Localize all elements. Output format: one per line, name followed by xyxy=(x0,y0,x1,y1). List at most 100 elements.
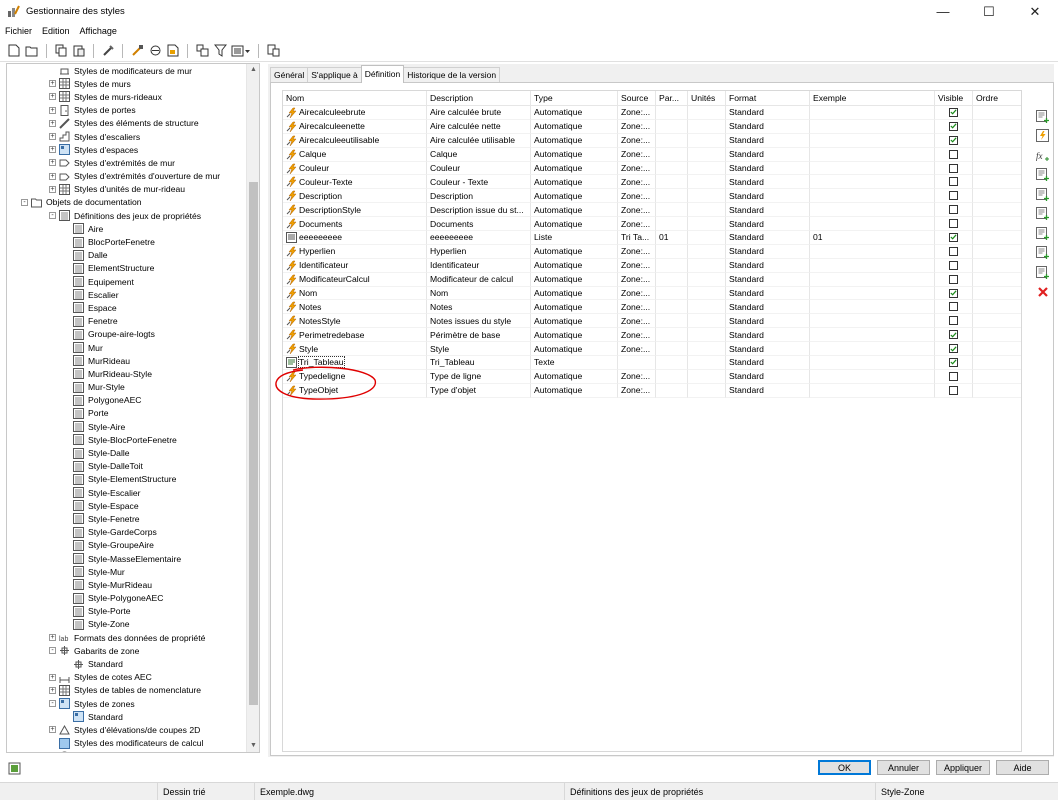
cell-type[interactable]: Automatique xyxy=(531,161,618,176)
cell-unites[interactable] xyxy=(688,231,726,245)
cell-ordre[interactable] xyxy=(973,384,1021,398)
cell-source[interactable]: Zone:... xyxy=(618,189,656,204)
cell-unites[interactable] xyxy=(688,369,726,384)
header-type[interactable]: Type xyxy=(531,91,618,105)
cell-exemple[interactable] xyxy=(810,203,935,218)
header-exemple[interactable]: Exemple xyxy=(810,91,935,105)
table-row[interactable]: Notes Notes Automatique Zone:... Standard xyxy=(283,300,1021,315)
cell-source[interactable]: Zone:... xyxy=(618,147,656,162)
cell-unites[interactable] xyxy=(688,106,726,120)
cell-desc[interactable]: Documents xyxy=(427,217,531,232)
table-row[interactable]: TypeObjet Type d'objet Automatique Zone:...… xyxy=(283,383,1021,398)
add-project-icon[interactable] xyxy=(1034,225,1051,241)
delete-icon[interactable] xyxy=(1034,284,1051,300)
cell-source[interactable]: Zone:... xyxy=(618,244,656,259)
cell-exemple[interactable] xyxy=(810,300,935,315)
cell-format[interactable]: Standard xyxy=(726,342,810,357)
unchecked-checkbox-icon[interactable] xyxy=(949,385,958,395)
cell-par[interactable] xyxy=(656,133,688,148)
table-row[interactable]: Couleur Couleur Automatique Zone:... Standar… xyxy=(283,161,1021,176)
unchecked-checkbox-icon[interactable] xyxy=(949,191,958,201)
cell-desc[interactable]: Notes xyxy=(427,300,531,315)
cell-exemple[interactable] xyxy=(810,244,935,259)
tree-node[interactable]: Style-DalleToit xyxy=(7,460,247,473)
cell-exemple[interactable] xyxy=(810,258,935,273)
cell-format[interactable]: Standard xyxy=(726,328,810,343)
cell-unites[interactable] xyxy=(688,147,726,162)
tree-node[interactable]: + Styles de murs-rideaux xyxy=(7,90,247,103)
cell-type[interactable]: Automatique xyxy=(531,106,618,120)
expand-icon[interactable]: + xyxy=(49,93,56,101)
cell-nom[interactable]: NotesStyle xyxy=(283,314,427,329)
cell-exemple[interactable] xyxy=(810,342,935,357)
help-button[interactable]: Aide xyxy=(996,760,1049,775)
tree-node[interactable]: Style-MasseElementaire xyxy=(7,552,247,565)
menu-affichage[interactable]: Affichage xyxy=(75,26,122,36)
cell-nom[interactable]: Calque xyxy=(283,147,427,162)
tree-node[interactable]: Style-GardeCorps xyxy=(7,526,247,539)
scroll-down-arrow-icon[interactable]: ▼ xyxy=(247,740,259,752)
cell-ordre[interactable] xyxy=(973,287,1021,301)
tree-node[interactable]: Equipement xyxy=(7,275,247,288)
cell-desc[interactable]: Type de ligne xyxy=(427,369,531,384)
cell-exemple[interactable] xyxy=(810,272,935,287)
cell-source[interactable]: Zone:... xyxy=(618,342,656,357)
cell-unites[interactable] xyxy=(688,328,726,343)
tree-node[interactable]: Style-Aire xyxy=(7,420,247,433)
cell-unites[interactable] xyxy=(688,203,726,218)
cell-unites[interactable] xyxy=(688,119,726,134)
cell-format[interactable]: Standard xyxy=(726,203,810,218)
cell-source[interactable]: Zone:... xyxy=(618,106,656,120)
cell-desc[interactable]: Style xyxy=(427,342,531,357)
cell-source[interactable]: Zone:... xyxy=(618,328,656,343)
cell-desc[interactable]: Aire calculée nette xyxy=(427,119,531,134)
cell-nom[interactable]: DescriptionStyle xyxy=(283,203,427,218)
tree-node[interactable]: Standard xyxy=(7,657,247,670)
tree-node[interactable]: MurRideau xyxy=(7,354,247,367)
cell-desc[interactable]: Notes issues du style xyxy=(427,314,531,329)
cell-exemple[interactable] xyxy=(810,119,935,134)
tree-node[interactable]: - Définitions des jeux de propriétés xyxy=(7,209,247,222)
cell-format[interactable]: Standard xyxy=(726,369,810,384)
cell-nom[interactable]: Notes xyxy=(283,300,427,315)
cell-source[interactable]: Zone:... xyxy=(618,383,656,398)
cell-type[interactable]: Automatique xyxy=(531,314,618,329)
cell-format[interactable]: Standard xyxy=(726,286,810,301)
visible-checkbox[interactable] xyxy=(935,133,973,148)
filter-icon[interactable] xyxy=(212,43,228,59)
cell-desc[interactable]: Aire calculée utilisable xyxy=(427,133,531,148)
table-row[interactable]: Airecalculeebrute Aire calculée brute Auto… xyxy=(283,106,1021,120)
cell-par[interactable] xyxy=(656,383,688,398)
cell-unites[interactable] xyxy=(688,133,726,148)
tree-node[interactable]: MurRideau-Style xyxy=(7,367,247,380)
checked-checkbox-icon[interactable] xyxy=(949,135,958,145)
tree-node[interactable]: Styles de modificateurs de mur xyxy=(7,64,247,77)
cell-desc[interactable]: Nom xyxy=(427,286,531,301)
cell-ordre[interactable] xyxy=(973,217,1021,232)
tree-node[interactable]: + Styles d'espaces xyxy=(7,143,247,156)
header-unites[interactable]: Unités xyxy=(688,91,726,105)
cell-exemple[interactable] xyxy=(810,133,935,148)
tree-node[interactable]: + Styles d'extrémités de mur xyxy=(7,156,247,169)
cell-desc[interactable]: Type d'objet xyxy=(427,383,531,398)
cell-type[interactable]: Automatique xyxy=(531,328,618,343)
visible-checkbox[interactable] xyxy=(935,342,973,357)
cell-type[interactable]: Automatique xyxy=(531,369,618,384)
visible-checkbox[interactable] xyxy=(935,106,973,120)
tree-node[interactable]: Style-BlocPorteFenetre xyxy=(7,433,247,446)
paste-icon[interactable] xyxy=(71,43,87,59)
cell-source[interactable]: Zone:... xyxy=(618,175,656,190)
cell-exemple[interactable] xyxy=(810,217,935,232)
tree-node[interactable]: Style-Dalle xyxy=(7,446,247,459)
cell-desc[interactable]: eeeeeeeee xyxy=(427,231,531,245)
tree-node[interactable]: Style-ElementStructure xyxy=(7,473,247,486)
cell-format[interactable]: Standard xyxy=(726,106,810,120)
cell-type[interactable]: Automatique xyxy=(531,119,618,134)
cell-type[interactable]: Automatique xyxy=(531,244,618,259)
checked-checkbox-icon[interactable] xyxy=(949,232,958,242)
tree-node[interactable]: - Objets de documentation xyxy=(7,196,247,209)
cell-exemple[interactable] xyxy=(810,147,935,162)
cell-source[interactable]: Zone:... xyxy=(618,119,656,134)
checked-checkbox-icon[interactable] xyxy=(949,288,958,298)
cell-ordre[interactable] xyxy=(973,231,1021,245)
